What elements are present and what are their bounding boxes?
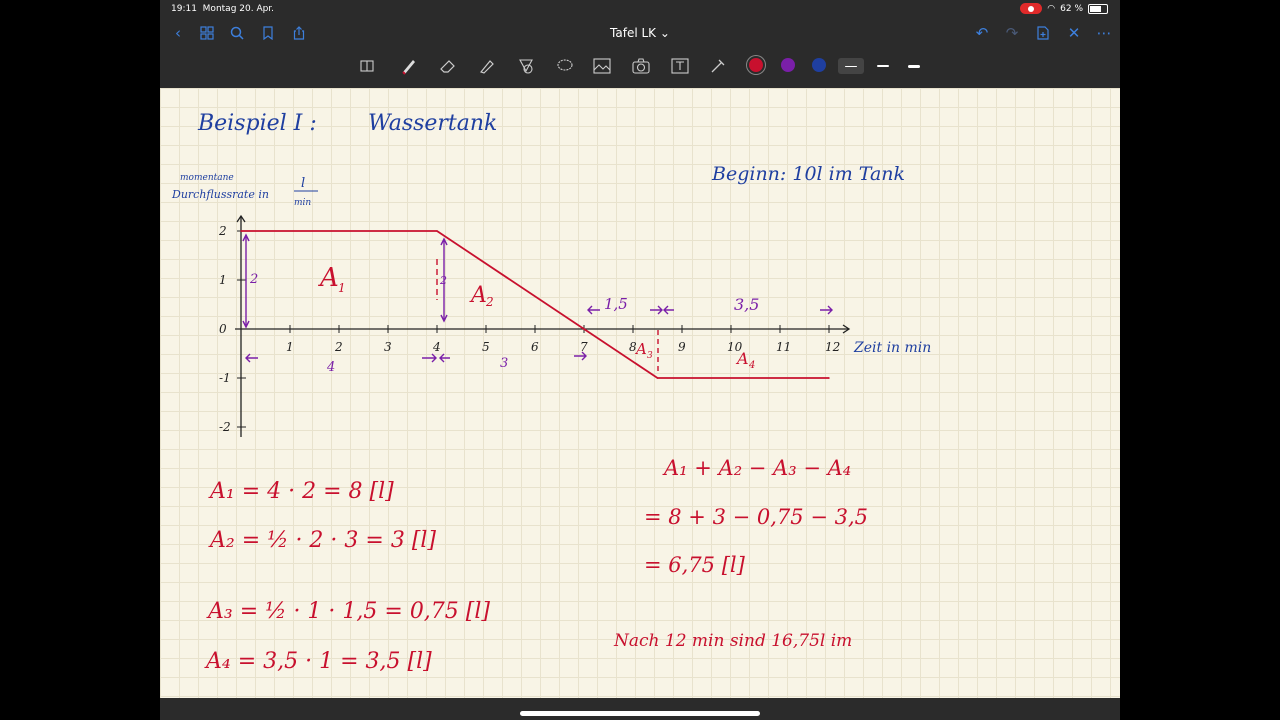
ylabel-line1: momentane [180,173,234,183]
chart-axes: 1 2 3 4 5 6 7 8 9 10 11 12-2-1012 [218,214,851,437]
lasso-icon[interactable] [554,56,576,76]
y-tick-label: 0 [219,322,227,336]
status-right: ◠ 62 % [1020,3,1108,14]
pointer-icon[interactable] [707,56,729,76]
nav-bar: ‹ Tafel LK ⌄ ↶ ↷ ✕ ⋯ [160,18,1120,48]
tool-bar [160,50,1120,80]
area-a3-label: A [634,340,647,358]
area-a4-sub: 4 [748,360,755,371]
mark-height-a2: 2 [439,274,447,287]
mark-height-a1: 2 [249,272,258,287]
y-tick-label: -2 [219,420,231,434]
status-bar: 19:11 Montag 20. Apr. ◠ 62 % [160,0,1120,18]
area-a3-sub: 3 [647,351,653,361]
y-tick-label: 1 [219,273,227,287]
x-tick-label: 7 [580,340,588,354]
mark-width-a4: 3,5 [734,295,759,314]
color-red-swatch[interactable] [749,58,763,72]
flow-rate-point [240,230,242,232]
pen-icon[interactable] [398,56,420,76]
camera-icon[interactable] [630,56,652,76]
equation-a1: A₁ = 4 · 2 = 8 [l] [208,479,394,504]
heading-topic: Wassertank [368,111,497,136]
ylabel-unit-top: l [301,176,305,191]
eraser-icon[interactable] [437,56,459,76]
mark-width-a2: 3 [500,356,508,371]
redo-icon[interactable]: ↷ [1002,24,1022,42]
battery-icon [1088,3,1108,14]
more-icon[interactable]: ⋯ [1094,24,1114,42]
color-purple-swatch[interactable] [781,58,795,72]
x-tick-label: 5 [482,340,490,354]
sum-line-2: = 8 + 3 − 0,75 − 3,5 [644,505,868,529]
recording-icon [1020,3,1043,14]
app-window: 19:11 Montag 20. Apr. ◠ 62 % ‹ Tafel LK … [160,0,1120,720]
xlabel: Zeit in min [853,340,931,356]
area-a2-label: A [469,283,487,308]
note-page[interactable]: Beispiel I : Wassertank Beginn: 10l im T… [160,88,1120,698]
area-a1-label: A [318,263,339,293]
equation-a2: A₂ = ½ · 2 · 3 = 3 [l] [208,528,436,553]
read-mode-icon[interactable] [356,56,378,76]
home-indicator [520,711,760,716]
heading-example: Beispiel I : [197,111,317,136]
wifi-icon: ◠ [1047,3,1056,14]
mark-width-a3: 1,5 [604,295,628,313]
flow-rate-point [828,377,830,379]
equation-a4: A₄ = 3,5 · 1 = 3,5 [l] [204,649,432,674]
mark-width-a1: 4 [326,360,335,375]
color-blue-swatch[interactable] [812,58,826,72]
equation-a3: A₃ = ½ · 1 · 1,5 = 0,75 [l] [206,599,490,624]
flow-rate-point [436,230,438,232]
text-icon[interactable] [669,56,691,76]
flow-rate-point [583,328,585,330]
sum-line-3: = 6,75 [l] [644,553,746,577]
shapes-icon[interactable] [515,56,537,76]
stroke-medium-button[interactable] [870,58,896,74]
flow-rate-point [656,377,659,379]
begin-note: Beginn: 10l im Tank [711,163,905,185]
ylabel-line2: Durchflussrate in [171,188,269,201]
x-tick-label: 3 [384,340,392,354]
area-a2-sub: 2 [485,295,494,309]
conclusion-text: Nach 12 min sind 16,75l im [613,631,852,651]
x-tick-label: 12 [825,340,840,354]
highlighter-icon[interactable] [476,56,498,76]
undo-icon[interactable]: ↶ [972,24,992,42]
status-time: 19:11 Montag 20. Apr. [171,4,275,14]
x-tick-label: 6 [531,340,539,354]
x-tick-label: 2 [334,340,343,354]
stroke-thin-button[interactable] [838,58,864,74]
y-tick-label: -1 [219,371,231,385]
x-tick-label: 11 [776,340,791,354]
y-tick-label: 2 [218,224,227,238]
close-icon[interactable]: ✕ [1064,24,1084,42]
area-a4-label: A [735,349,749,368]
x-tick-label: 9 [678,340,686,354]
x-tick-label: 1 [286,340,294,354]
sum-line-1: A₁ + A₂ − A₃ − A₄ [662,456,851,480]
x-tick-label: 4 [432,340,441,354]
stroke-thick-button[interactable] [901,58,927,74]
image-icon[interactable] [591,56,613,76]
area-a1-sub: 1 [338,281,346,295]
add-page-icon[interactable] [1033,24,1053,42]
ylabel-unit-bottom: min [294,198,311,208]
note-canvas: Beispiel I : Wassertank Beginn: 10l im T… [171,111,931,674]
battery-label: 62 % [1060,3,1083,14]
